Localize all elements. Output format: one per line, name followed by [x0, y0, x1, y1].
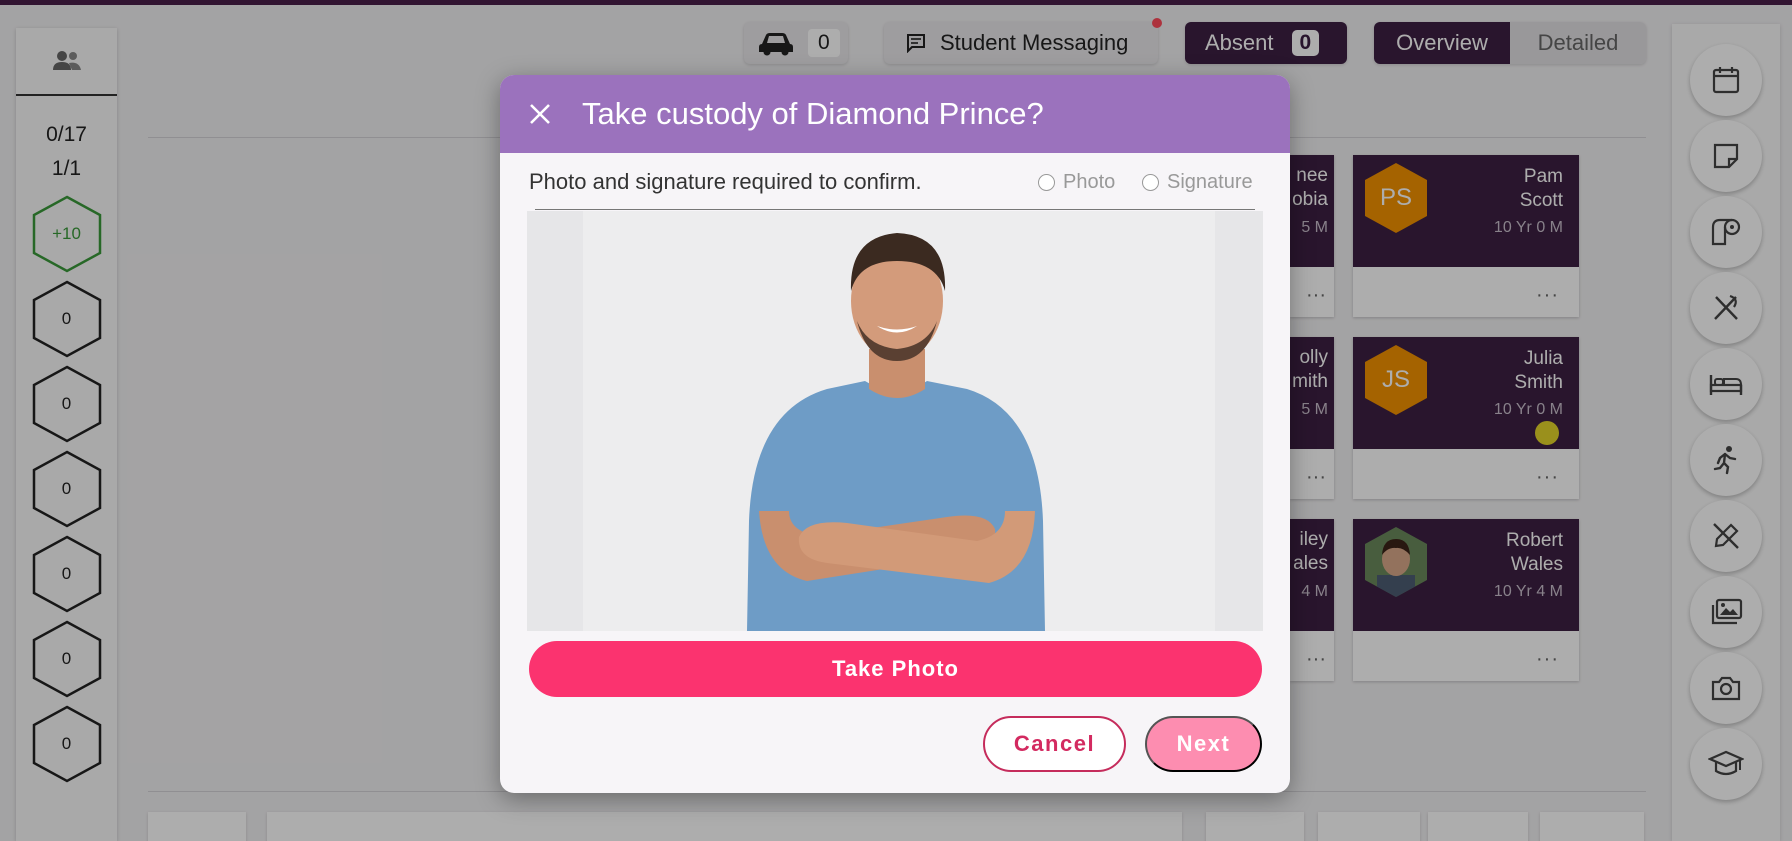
close-button[interactable] — [522, 96, 558, 132]
dialog-subtitle: Photo and signature required to confirm. — [529, 169, 922, 194]
radio-photo[interactable]: Photo — [1038, 171, 1115, 194]
radio-circle-icon — [1038, 174, 1055, 191]
dialog-title: Take custody of Diamond Prince? — [582, 96, 1044, 131]
take-photo-button[interactable]: Take Photo — [529, 641, 1262, 697]
radio-circle-icon — [1142, 174, 1159, 191]
custody-dialog: Take custody of Diamond Prince? Photo an… — [500, 75, 1290, 793]
camera-preview — [527, 211, 1263, 631]
radio-signature[interactable]: Signature — [1142, 171, 1253, 194]
cancel-button[interactable]: Cancel — [983, 716, 1126, 772]
divider — [535, 209, 1255, 210]
next-button[interactable]: Next — [1145, 716, 1262, 772]
close-icon — [530, 104, 550, 124]
dialog-header: Take custody of Diamond Prince? — [500, 75, 1290, 153]
